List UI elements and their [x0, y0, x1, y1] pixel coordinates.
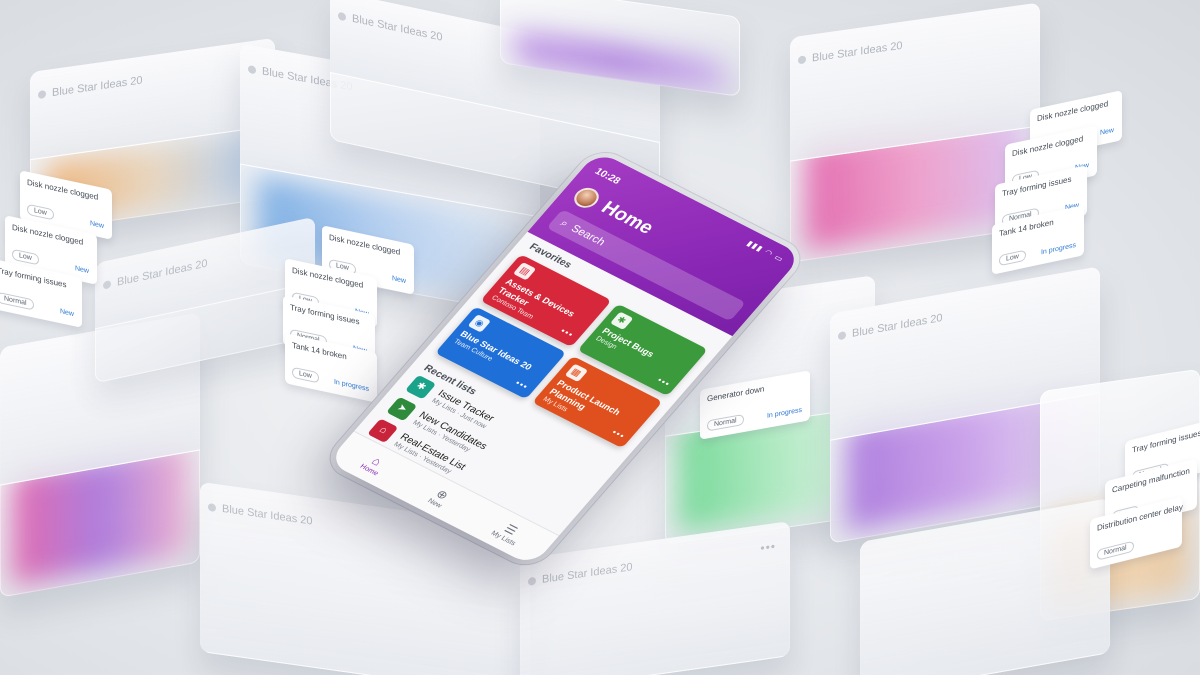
card-priority: Low [27, 203, 54, 221]
card-status: In progress [766, 406, 802, 420]
card-status: New [1099, 126, 1114, 137]
card-status: In progress [333, 378, 369, 394]
card-priority: Normal [1097, 540, 1134, 561]
search-placeholder: Search [568, 222, 608, 249]
marketing-scene: Blue Star Ideas 20 Blue Star Ideas 20 Bl… [0, 0, 1200, 675]
status-icons: ▮▮▮ ◠ ▭ [744, 239, 786, 264]
bug-icon: ✱ [404, 374, 437, 400]
card-priority: Low [999, 249, 1026, 267]
card-status: In progress [1040, 241, 1076, 257]
bug-icon: ✱ [609, 311, 634, 330]
lid-dot-icon [208, 502, 216, 513]
rocket-icon: ➤ [386, 396, 418, 422]
card-priority: Low [292, 366, 319, 384]
card-status: New [391, 275, 406, 286]
tab-new[interactable]: ⊕ New [426, 486, 453, 510]
tab-my-lists[interactable]: ☰ My Lists [490, 518, 528, 546]
card-status: New [74, 265, 89, 276]
box-lid [95, 216, 315, 330]
tab-home[interactable]: ⌂ Home [359, 451, 391, 477]
card-status: New [59, 308, 74, 319]
clipboard-icon: ▤ [512, 261, 537, 281]
lid-more-icon: ••• [760, 538, 776, 556]
card-priority: Normal [0, 291, 34, 311]
search-icon: ⌕ [557, 217, 572, 230]
status-time: 10:28 [592, 166, 623, 187]
frosted-box: Blue Star Ideas 20 [95, 216, 315, 384]
globe-icon: ◉ [467, 314, 492, 333]
card-title: Disk nozzle clogged [1037, 99, 1109, 124]
card-status: New [89, 220, 104, 231]
calendar-icon: ▦ [564, 363, 588, 382]
avatar[interactable] [569, 184, 604, 212]
